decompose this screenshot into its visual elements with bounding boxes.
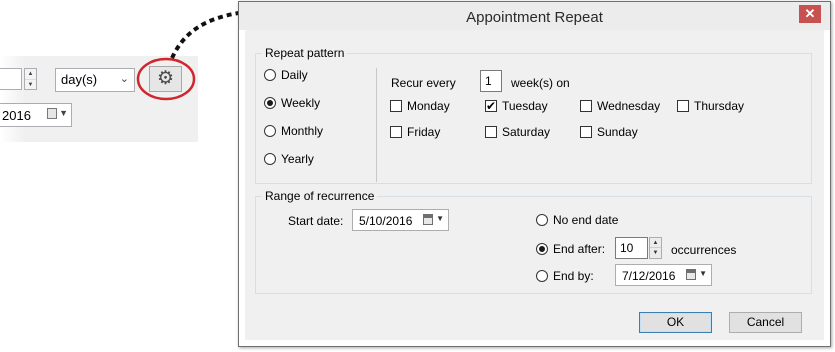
checkbox-label-wednesday: Wednesday	[597, 99, 661, 113]
start-date-label: Start date:	[288, 214, 344, 228]
checkbox-label-tuesday: Tuesday	[502, 99, 548, 113]
radio-circle-end-by	[536, 270, 548, 282]
cancel-button-label: Cancel	[746, 315, 785, 329]
radio-end-after[interactable]: End after:	[536, 242, 605, 256]
radio-circle-weekly	[264, 97, 276, 109]
recur-every-input[interactable]: 1	[480, 70, 502, 92]
checkbox-box-sunday	[580, 126, 592, 138]
dropdown-arrow-icon: ▼	[436, 214, 444, 223]
dialog-client: Repeat pattern Daily Weekly Monthly Year…	[245, 30, 824, 340]
radio-circle-end-after	[536, 243, 548, 255]
checkbox-label-friday: Friday	[407, 125, 441, 139]
radio-label-daily: Daily	[281, 68, 308, 82]
radio-yearly[interactable]: Yearly	[264, 152, 314, 166]
ok-button-label: OK	[666, 315, 685, 329]
end-after-value: 10	[620, 241, 634, 255]
radio-label-monthly: Monthly	[281, 124, 324, 138]
checkmark-icon: ✔	[486, 99, 497, 113]
range-of-recurrence-title: Range of recurrence	[262, 189, 378, 203]
radio-circle-monthly	[264, 125, 276, 137]
radio-label-yearly: Yearly	[281, 152, 314, 166]
end-after-input[interactable]: 10	[615, 237, 648, 259]
radio-label-end-by: End by:	[553, 269, 594, 283]
checkbox-box-monday	[390, 100, 402, 112]
close-icon: ✕	[804, 6, 816, 21]
checkbox-label-sunday: Sunday	[597, 125, 638, 139]
appointment-repeat-dialog: Appointment Repeat ✕ Repeat pattern Dail…	[238, 1, 831, 347]
highlight-circle	[136, 57, 196, 101]
checkbox-box-wednesday	[580, 100, 592, 112]
checkbox-box-thursday	[677, 100, 689, 112]
checkbox-sunday[interactable]: Sunday	[580, 125, 638, 139]
checkbox-box-saturday	[485, 126, 497, 138]
checkbox-monday[interactable]: Monday	[390, 99, 450, 113]
repeat-pattern-title: Repeat pattern	[262, 46, 348, 60]
radio-circle-no-end-date	[536, 214, 548, 226]
end-by-value: 7/12/2016	[622, 269, 676, 283]
checkbox-box-friday	[390, 126, 402, 138]
end-by-date-picker[interactable]: 7/12/2016 ▼	[615, 264, 712, 286]
repeat-pattern-group: Repeat pattern Daily Weekly Monthly Year…	[255, 46, 812, 184]
ok-button[interactable]: OK	[639, 312, 712, 333]
radio-label-end-after: End after:	[553, 242, 606, 256]
recur-every-label: Recur every	[391, 76, 456, 90]
checkbox-thursday[interactable]: Thursday	[677, 99, 744, 113]
cancel-button[interactable]: Cancel	[729, 312, 802, 333]
checkbox-saturday[interactable]: Saturday	[485, 125, 550, 139]
checkbox-tuesday[interactable]: ✔ Tuesday	[485, 99, 548, 113]
range-of-recurrence-group: Range of recurrence Start date: 5/10/201…	[255, 189, 812, 294]
calendar-icon	[686, 269, 696, 280]
checkbox-label-thursday: Thursday	[694, 99, 745, 113]
radio-weekly[interactable]: Weekly	[264, 96, 320, 110]
spin-up-icon[interactable]: ▲	[650, 238, 661, 248]
radio-no-end-date[interactable]: No end date	[536, 213, 618, 227]
end-after-spinner[interactable]: ▲ ▼	[649, 237, 662, 259]
spin-down-icon[interactable]: ▼	[650, 248, 661, 258]
dropdown-arrow-icon: ▼	[699, 269, 707, 278]
checkbox-friday[interactable]: Friday	[390, 125, 440, 139]
recur-every-value: 1	[485, 74, 492, 88]
occurrences-label: occurrences	[671, 243, 737, 257]
dialog-title: Appointment Repeat	[466, 9, 603, 26]
checkbox-label-saturday: Saturday	[502, 125, 551, 139]
pattern-separator	[376, 68, 377, 182]
radio-daily[interactable]: Daily	[264, 68, 308, 82]
radio-end-by[interactable]: End by:	[536, 269, 594, 283]
weeks-on-label: week(s) on	[511, 76, 570, 90]
start-date-value: 5/10/2016	[359, 214, 413, 228]
radio-label-weekly: Weekly	[281, 96, 321, 110]
checkbox-wednesday[interactable]: Wednesday	[580, 99, 660, 113]
calendar-icon	[423, 214, 433, 225]
radio-label-no-end-date: No end date	[553, 213, 619, 227]
checkbox-box-tuesday: ✔	[485, 100, 497, 112]
checkbox-label-monday: Monday	[407, 99, 450, 113]
start-date-picker[interactable]: 5/10/2016 ▼	[352, 209, 449, 231]
radio-circle-yearly	[264, 153, 276, 165]
dialog-titlebar[interactable]: Appointment Repeat ✕	[239, 2, 830, 30]
radio-monthly[interactable]: Monthly	[264, 124, 323, 138]
close-button[interactable]: ✕	[799, 5, 821, 23]
radio-circle-daily	[264, 69, 276, 81]
